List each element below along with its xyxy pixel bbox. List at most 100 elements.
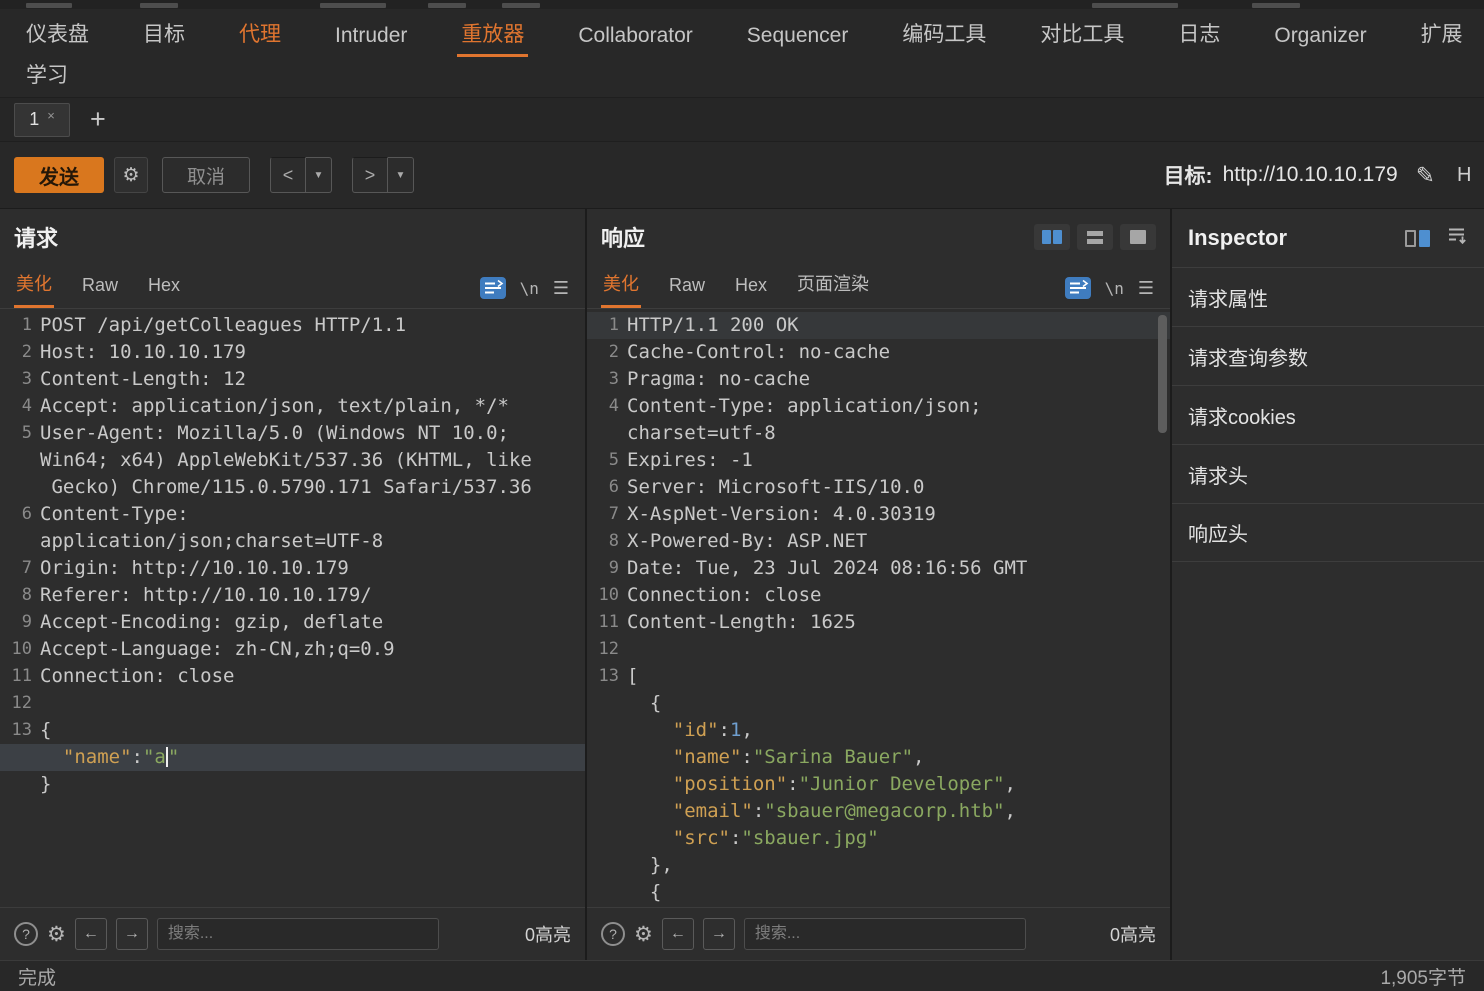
code-line[interactable]: 12 [0, 690, 585, 717]
code-line[interactable]: application/json;charset=UTF-8 [0, 528, 585, 555]
tab-organizer[interactable]: Organizer [1272, 20, 1368, 59]
code-line[interactable]: 1 POST /api/getColleagues HTTP/1.1 [0, 312, 585, 339]
show-newlines-icon[interactable]: \n [1105, 279, 1124, 298]
help-icon[interactable]: ? [14, 922, 38, 946]
editor-menu-icon[interactable]: ☰ [1138, 278, 1154, 299]
code-text: Date: Tue, 23 Jul 2024 08:16:56 GMT [627, 555, 1027, 582]
request-search-input[interactable] [156, 918, 439, 950]
response-scrollbar[interactable] [1158, 315, 1167, 433]
search-settings-icon[interactable]: ⚙ [47, 922, 66, 947]
response-search-input[interactable] [743, 918, 1026, 950]
tab-dashboard[interactable]: 仪表盘 [24, 14, 91, 59]
code-line[interactable]: 8 Referer: http://10.10.10.179/ [0, 582, 585, 609]
code-text: Server: Microsoft-IIS/10.0 [627, 474, 924, 501]
history-forward-group: > ▼ [352, 157, 414, 193]
inspector-section-response-headers[interactable]: 响应头 [1172, 503, 1484, 562]
forward-dropdown[interactable]: ▼ [388, 157, 414, 193]
request-tab-pretty[interactable]: 美化 [14, 270, 54, 308]
search-prev-button[interactable]: ← [74, 918, 107, 950]
line-number [587, 825, 619, 852]
line-number: 13 [11, 720, 32, 740]
tab-intruder[interactable]: Intruder [333, 20, 409, 59]
layout-rows-button[interactable] [1077, 224, 1113, 250]
tab-learn[interactable]: 学习 [24, 60, 70, 98]
code-line[interactable]: 10 Accept-Language: zh-CN,zh;q=0.9 [0, 636, 585, 663]
code-line[interactable]: 11 Connection: close [0, 663, 585, 690]
request-tab-hex[interactable]: Hex [148, 275, 180, 308]
send-settings-button[interactable]: ⚙ [114, 157, 148, 193]
layout-single-button[interactable] [1120, 224, 1156, 250]
tab-target[interactable]: 目标 [141, 14, 187, 59]
code-line[interactable]: 6 Content-Type: [0, 501, 585, 528]
back-dropdown[interactable]: ▼ [306, 157, 332, 193]
back-button[interactable]: < [270, 157, 306, 193]
edit-target-icon[interactable]: ✎ [1416, 162, 1435, 189]
add-tab-button[interactable]: + [90, 106, 106, 133]
code-line[interactable]: 9 Accept-Encoding: gzip, deflate [0, 609, 585, 636]
tab-comparer[interactable]: 对比工具 [1038, 14, 1126, 59]
code-text: "id":1, [627, 717, 753, 744]
inspector-section-request-query-params[interactable]: 请求查询参数 [1172, 326, 1484, 385]
code-line[interactable]: 7 Origin: http://10.10.10.179 [0, 555, 585, 582]
tab-extensions[interactable]: 扩展 [1419, 14, 1465, 59]
pretty-print-icon[interactable] [1064, 277, 1091, 299]
inspector-panel: Inspector 请求属性 请求查询参数 请求cookies 请求头 响应头 [1172, 209, 1484, 960]
response-tab-render[interactable]: 页面渲染 [797, 270, 869, 308]
cancel-button[interactable]: 取消 [162, 157, 250, 193]
tab-repeater[interactable]: 重放器 [457, 14, 529, 59]
editor-menu-icon[interactable]: ☰ [553, 278, 569, 299]
tab-logger[interactable]: 日志 [1176, 14, 1222, 59]
code-line[interactable]: 3 Content-Length: 12 [0, 366, 585, 393]
code-text: }, [627, 852, 673, 879]
code-line[interactable]: 2 Host: 10.10.10.179 [0, 339, 585, 366]
show-newlines-icon[interactable]: \n [520, 279, 539, 298]
response-tab-hex[interactable]: Hex [735, 275, 767, 308]
inspector-section-request-cookies[interactable]: 请求cookies [1172, 385, 1484, 444]
help-icon[interactable]: ? [601, 922, 625, 946]
response-editor[interactable]: 1 HTTP/1.1 200 OK 2 Cache-Control: no-cache… [587, 309, 1170, 907]
gear-icon: ⚙ [122, 164, 140, 186]
code-text: Content-Type: application/json; [627, 393, 982, 420]
inspector-layout-toggle[interactable] [1405, 229, 1430, 247]
search-next-button[interactable]: → [115, 918, 148, 950]
clipped-window-menubar [0, 0, 1484, 9]
search-next-button[interactable]: → [702, 918, 735, 950]
columns-icon [1042, 230, 1051, 244]
code-text: Gecko) Chrome/115.0.5790.171 Safari/537.… [40, 474, 531, 501]
code-line[interactable]: Gecko) Chrome/115.0.5790.171 Safari/537.… [0, 474, 585, 501]
close-tab-icon[interactable]: × [47, 108, 55, 123]
inspector-section-request-headers[interactable]: 请求头 [1172, 444, 1484, 503]
code-text: Connection: close [40, 663, 234, 690]
request-tab-raw[interactable]: Raw [82, 275, 118, 308]
line-number: 6 [21, 504, 32, 524]
layout-columns-button[interactable] [1034, 224, 1070, 250]
main-menubar-row1: 仪表盘 目标 代理 Intruder 重放器 Collaborator Sequ… [0, 13, 1484, 59]
status-bar: 完成 1,905字节 [0, 960, 1484, 991]
request-editor[interactable]: 1 POST /api/getColleagues HTTP/1.1 2 Host: … [0, 309, 585, 907]
search-prev-button[interactable]: ← [661, 918, 694, 950]
search-settings-icon[interactable]: ⚙ [634, 922, 653, 947]
code-line[interactable]: Win64; x64) AppleWebKit/537.36 (KHTML, l… [0, 447, 585, 474]
forward-button[interactable]: > [352, 157, 388, 193]
tab-proxy[interactable]: 代理 [237, 14, 283, 59]
tab-sequencer[interactable]: Sequencer [745, 20, 851, 59]
code-text: { [627, 690, 661, 717]
code-line[interactable]: 5 User-Agent: Mozilla/5.0 (Windows NT 10.… [0, 420, 585, 447]
code-token: , [1004, 800, 1016, 822]
code-line[interactable]: 13 { [0, 717, 585, 744]
collapse-inspector-icon[interactable] [1446, 226, 1468, 250]
pretty-print-icon[interactable] [479, 277, 506, 299]
response-tab-pretty[interactable]: 美化 [601, 270, 641, 308]
response-tab-raw[interactable]: Raw [669, 275, 705, 308]
send-button[interactable]: 发送 [14, 157, 104, 193]
code-line[interactable]: } [0, 771, 585, 798]
inspector-section-request-attributes[interactable]: 请求属性 [1172, 267, 1484, 326]
layout-switcher [1034, 224, 1156, 250]
clipped-menu-fragment [1252, 3, 1300, 8]
tab-collaborator[interactable]: Collaborator [576, 20, 694, 59]
code-token: "Sarina Bauer" [752, 746, 914, 768]
tab-decoder[interactable]: 编码工具 [900, 14, 988, 59]
code-line[interactable]: "name":"a " [0, 744, 585, 771]
code-line[interactable]: 4 Accept: application/json, text/plain, *… [0, 393, 585, 420]
repeater-tab-1[interactable]: 1 × [14, 102, 70, 137]
